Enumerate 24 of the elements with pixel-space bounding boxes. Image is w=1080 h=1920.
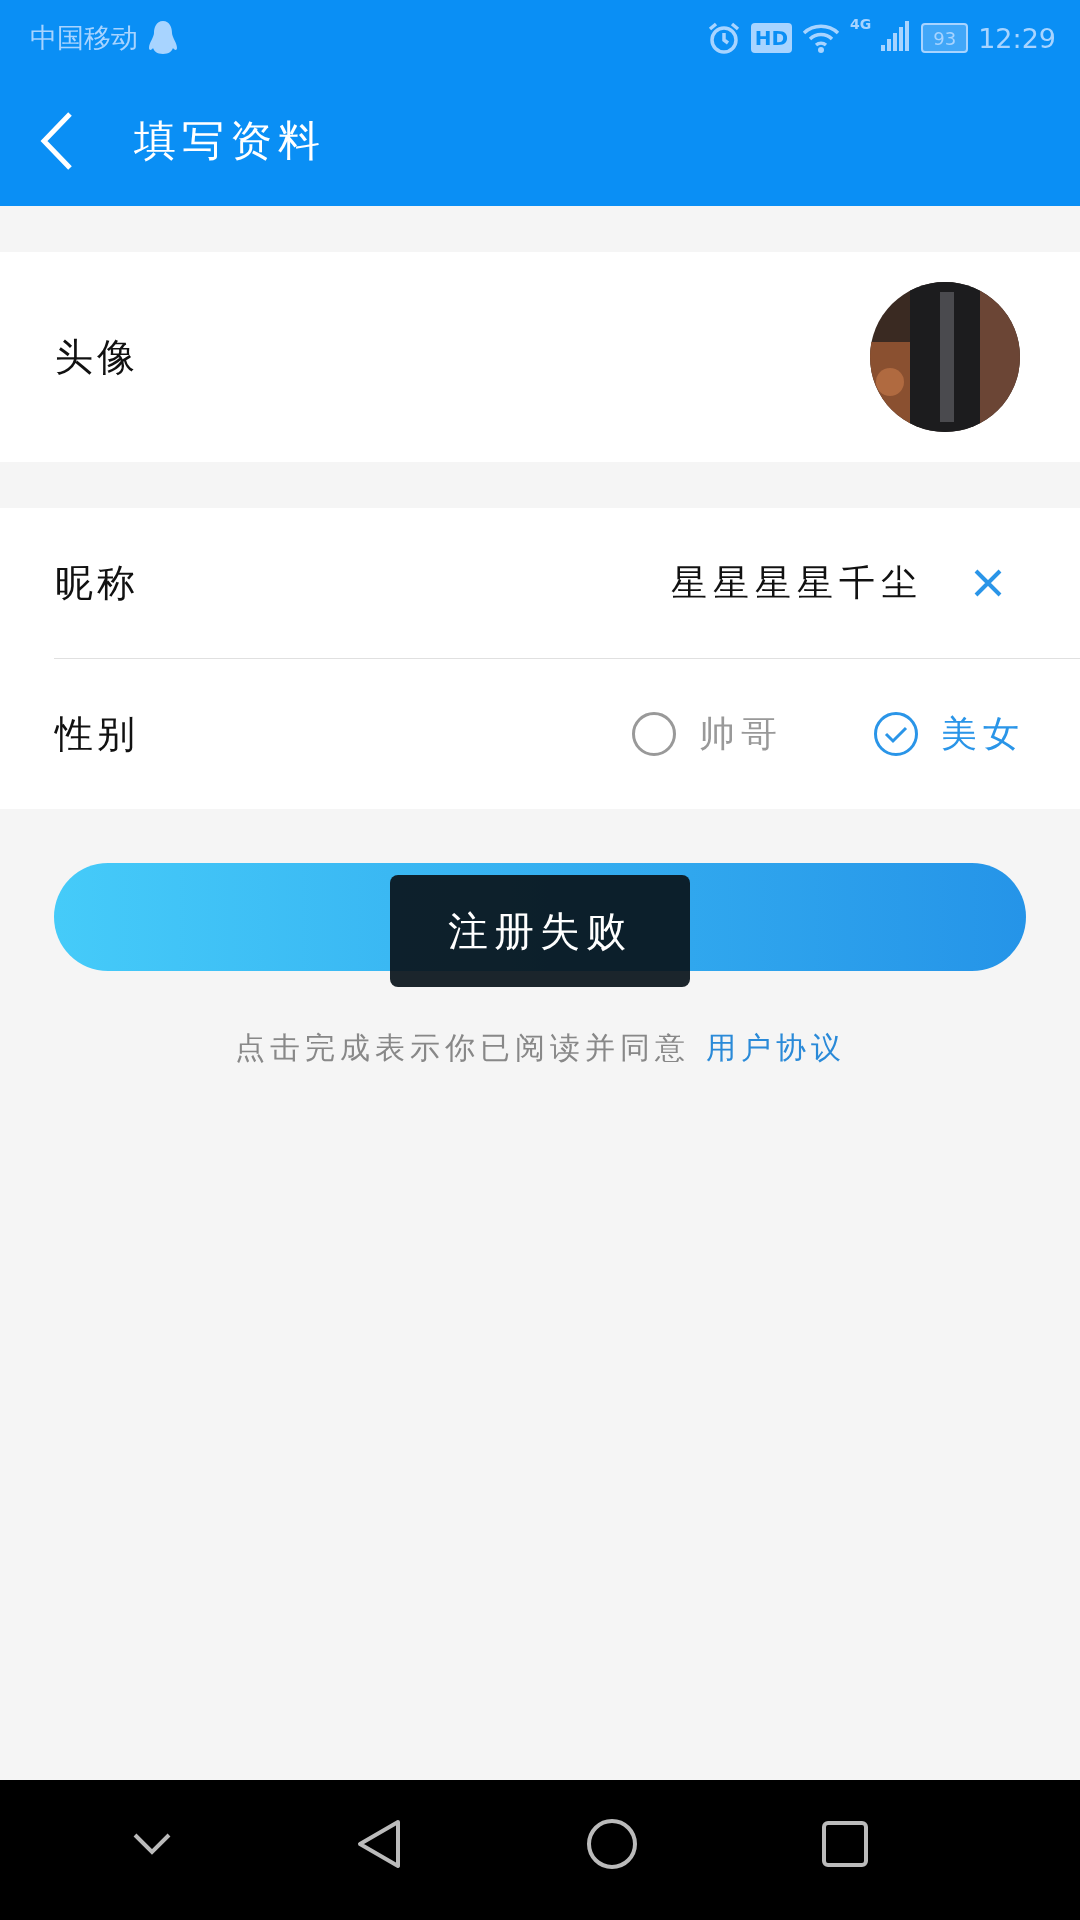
chevron-down-icon[interactable]: [132, 1832, 172, 1856]
clock: 12:29: [978, 22, 1056, 54]
back-icon[interactable]: [356, 1818, 402, 1870]
hd-badge: HD: [750, 23, 793, 53]
battery-indicator: 93: [921, 23, 969, 53]
gender-option[interactable]: 帅哥: [631, 709, 783, 759]
wifi-icon: [802, 23, 841, 53]
nickname-value[interactable]: 星星星星千尘: [671, 558, 923, 608]
penguin-icon: [148, 20, 178, 56]
page-title: 填写资料: [134, 115, 326, 167]
gender-label: 性别: [55, 710, 139, 758]
carrier-name: 中国移动: [30, 21, 138, 55]
alarm-icon: [706, 21, 741, 55]
avatar-label: 头像: [55, 333, 139, 381]
agreement-text: 点击完成表示你已阅读并同意: [234, 1029, 690, 1067]
agreement-link[interactable]: 用户协议: [705, 1028, 846, 1069]
gender-option[interactable]: 美女: [873, 709, 1025, 759]
back-button[interactable]: [40, 111, 74, 171]
network-type: 4G: [850, 16, 872, 32]
clear-icon[interactable]: [973, 568, 1003, 598]
nickname-label: 昵称: [55, 559, 139, 607]
toast-message: 注册失败: [390, 875, 690, 987]
recents-icon[interactable]: [822, 1821, 868, 1867]
home-icon[interactable]: [586, 1818, 638, 1870]
